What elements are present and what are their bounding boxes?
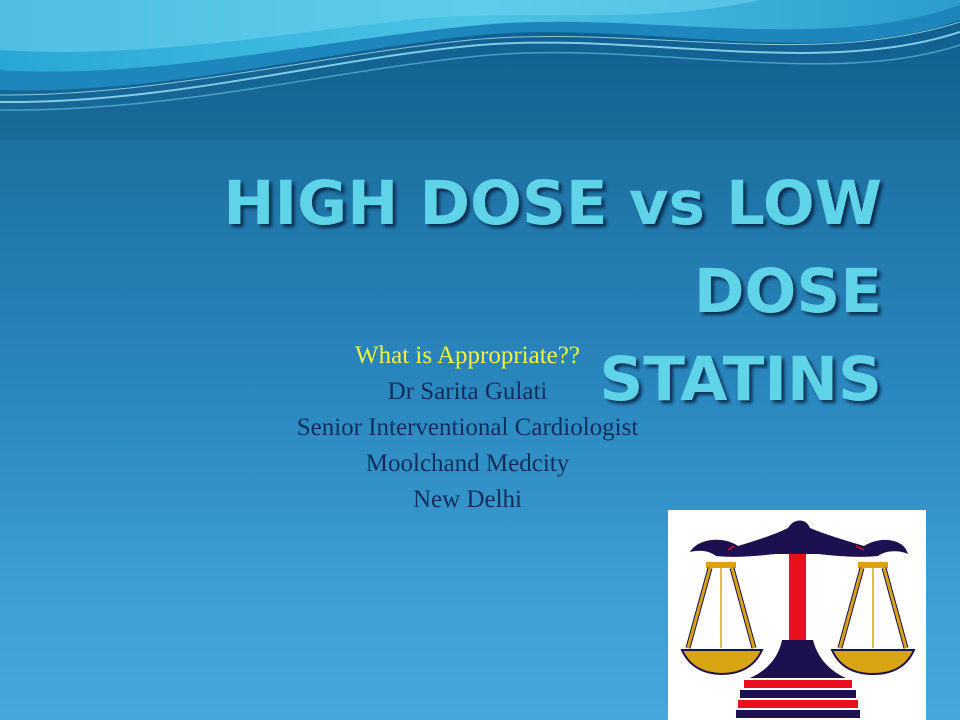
presenter-institution: Moolchand Medcity [365,450,570,477]
presenter-role: Senior Interventional Cardiologist [296,414,639,441]
subtitle-tagline: What is Appropriate?? [355,342,580,369]
balance-scale-icon [680,520,916,718]
subtitle-block: What is Appropriate?? Dr Sarita Gulati S… [200,338,735,518]
wave-decoration [0,0,960,140]
presenter-name: Dr Sarita Gulati [387,378,548,405]
presenter-city: New Delhi [413,486,522,513]
slide: HIGH DOSE vs LOW DOSE STATINS What is Ap… [0,0,960,720]
title-line-1: HIGH DOSE vs LOW DOSE [223,168,882,327]
balance-scale-image [668,510,926,720]
